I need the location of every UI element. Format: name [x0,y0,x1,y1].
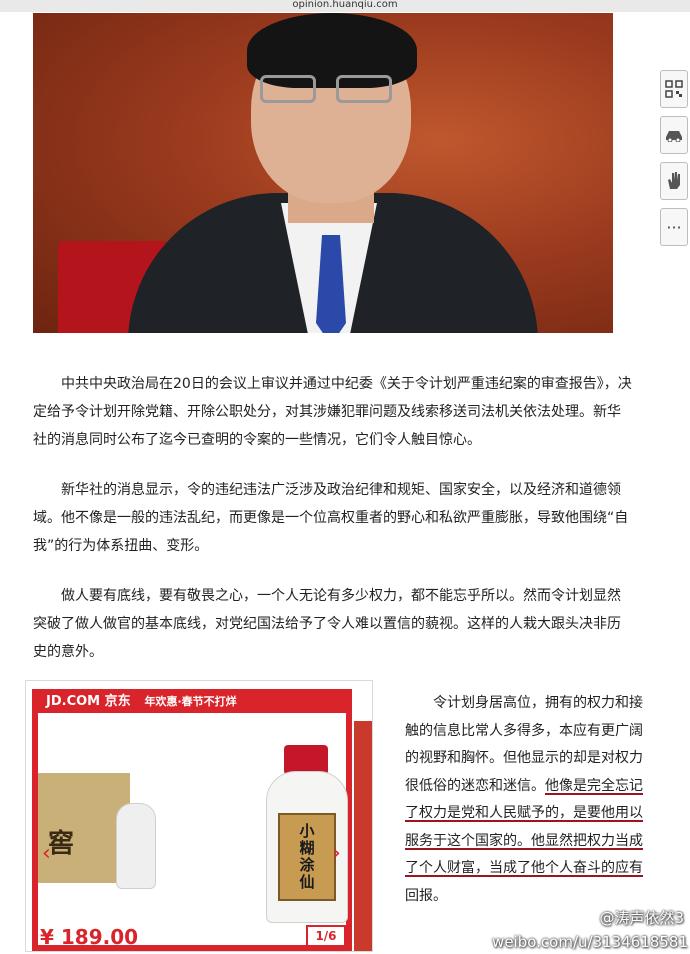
hand-icon[interactable] [660,162,688,200]
article-paragraph-2: 新华社的消息显示，令的违纪违法广泛涉及政治纪律和规矩、国家安全，以及经济和道德领… [33,482,629,554]
product-price: ¥ 189.00 [40,925,139,949]
article-paragraph-3: 做人要有底线，要有敬畏之心，一个人无论有多少权力，都不能忘乎所以。然而令计划显然… [33,588,621,660]
box-text: 窖 [48,829,75,859]
weibo-watermark: @涛声依然3 weibo.com/u/3134618581 [452,906,688,954]
watermark-url: weibo.com/u/3134618581 [492,933,688,951]
article-paragraph-4: 令计划身居高位，拥有的权力和接触的信息比常人多得多，本应有更广阔的视野和胸怀。但… [405,690,645,910]
ad-brand: JD.COM 京东 [46,694,131,709]
ad-side-strip [354,721,372,951]
small-bottle [116,803,156,889]
article-paragraph-1: 中共中央政治局在20日的会议上审议并通过中纪委《关于令计划严重违纪案的审查报告》… [33,376,632,448]
watermark-handle: @涛声依然3 [599,909,684,927]
url-bar[interactable]: opinion.huanqiu.com [0,0,690,12]
prev-arrow-icon[interactable]: ‹ [42,841,51,866]
more-label: ··· [666,217,682,237]
ad-carousel[interactable]: 窖 小糊涂仙 ‹ › [32,713,352,951]
carousel-pager[interactable]: 1/6 [306,925,346,947]
ad-header: JD.COM 京东 年欢惠·春节不打烊 [32,689,352,713]
article-photo [33,13,613,333]
product-label: 小糊涂仙 [278,813,336,901]
paragraph-4-body: 令计划身居高位，拥有的权力和接触的信息比常人多得多，本应有更广阔的视野和胸怀。但… [405,690,645,910]
url-text: opinion.huanqiu.com [292,0,398,10]
jd-advertisement[interactable]: JD.COM 京东 年欢惠·春节不打烊 窖 小糊涂仙 ‹ › ¥ 189.00 … [25,680,373,952]
ad-promo: 年欢惠·春节不打烊 [144,695,237,708]
qr-code-icon[interactable] [660,70,688,108]
more-icon[interactable]: ··· [660,208,688,246]
share-sidebar: ··· [660,70,688,254]
car-icon[interactable] [660,116,688,154]
paragraph-4-end: 回报。 [405,887,447,904]
next-arrow-icon[interactable]: › [332,841,341,866]
glasses [260,75,396,107]
